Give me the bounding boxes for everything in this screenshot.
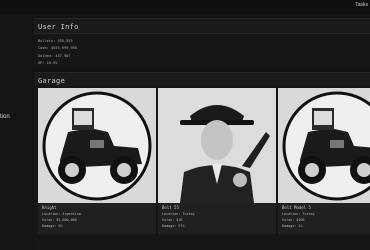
vintage-car-icon <box>38 88 156 203</box>
stat-golden: Golden: 437,987 <box>38 53 71 58</box>
car-location: Location: Turkey <box>282 212 315 216</box>
car-card[interactable]: Bolt 55 Location: Turkey Value: $18 Dama… <box>158 88 276 234</box>
top-bar: Tasks <box>0 0 370 14</box>
gangster-with-gun-icon <box>158 88 276 203</box>
car-damage: Damage: 2% <box>282 224 303 228</box>
car-value: Value: $18 <box>162 218 183 222</box>
user-stats: Bullets: 555,555 Cash: $555,999,995 Gold… <box>38 38 77 67</box>
car-damage: Damage: 97% <box>162 224 185 228</box>
vintage-car-image <box>278 88 370 203</box>
car-card[interactable]: Knight Location: Argentina Value: $5,000… <box>38 88 156 234</box>
user-info-header: User Info <box>34 18 370 34</box>
car-name: Bolt Model 5 <box>282 205 311 210</box>
car-info: Knight Location: Argentina Value: $5,000… <box>38 203 156 234</box>
car-value: Value: $5,000,000 <box>42 218 77 222</box>
user-info-panel <box>34 34 370 66</box>
car-card[interactable]: Bolt Model 5 Location: Turkey Value: $50… <box>278 88 370 234</box>
car-name: Bolt 55 <box>162 205 179 210</box>
garage-title: Garage <box>38 77 66 85</box>
vintage-car-image <box>38 88 156 203</box>
car-info: Bolt Model 5 Location: Turkey Value: $50… <box>278 203 370 234</box>
vintage-car-icon <box>278 88 370 203</box>
car-location: Location: Argentina <box>42 212 81 216</box>
tasks-link[interactable]: Tasks <box>355 2 368 8</box>
stat-xp: XP: 10.9% <box>38 60 58 65</box>
car-location: Location: Turkey <box>162 212 195 216</box>
sidebar: tion <box>0 14 30 250</box>
car-value: Value: $500 <box>282 218 305 222</box>
gangster-image <box>158 88 276 203</box>
stat-bullets: Bullets: 555,555 <box>38 39 73 43</box>
car-damage: Damage: 0% <box>42 224 63 228</box>
car-name: Knight <box>42 205 57 210</box>
car-info: Bolt 55 Location: Turkey Value: $18 Dama… <box>158 203 276 234</box>
stat-cash: Cash: $555,999,995 <box>38 46 77 51</box>
sidebar-item[interactable]: tion <box>0 114 10 120</box>
user-info-title: User Info <box>38 23 79 31</box>
